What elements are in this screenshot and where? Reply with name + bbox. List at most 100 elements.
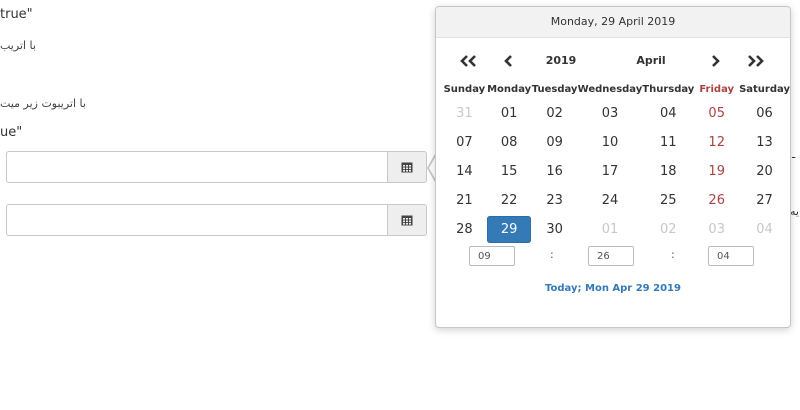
day-number: 04: [756, 222, 773, 237]
day-number: 26: [708, 193, 725, 208]
day-number: 05: [708, 106, 725, 121]
calendar-grid: Sunday Monday Tuesday Wednesday Thursday…: [442, 79, 790, 244]
double-chevron-left-icon: [460, 55, 476, 67]
day-cell[interactable]: 09: [532, 128, 578, 157]
day-number: 25: [660, 193, 677, 208]
day-number: 21: [456, 193, 473, 208]
minute-input[interactable]: [588, 246, 634, 266]
day-cell[interactable]: 11: [642, 128, 694, 157]
day-number: 02: [660, 222, 677, 237]
background-persian-text-2: با اتریبوت زیر میت: [0, 97, 86, 110]
prev-year-button[interactable]: [458, 49, 482, 73]
weekday-header-row: Sunday Monday Tuesday Wednesday Thursday…: [442, 79, 790, 99]
month-label[interactable]: April: [626, 49, 676, 73]
day-cell[interactable]: 01: [578, 215, 643, 244]
day-cell[interactable]: 17: [578, 157, 643, 186]
weekday-tuesday: Tuesday: [531, 83, 578, 95]
day-cell[interactable]: 15: [487, 157, 532, 186]
year-label[interactable]: 2019: [536, 49, 586, 73]
hour-input[interactable]: [469, 246, 515, 266]
day-cell[interactable]: 25: [642, 186, 694, 215]
double-chevron-right-icon: [748, 55, 764, 67]
day-cell[interactable]: 12: [694, 128, 739, 157]
day-cell[interactable]: 26: [694, 186, 739, 215]
date-input-2[interactable]: [6, 204, 387, 236]
day-number: 14: [456, 164, 473, 179]
day-cell[interactable]: 03: [694, 215, 739, 244]
day-number: 01: [500, 106, 518, 121]
calendar-week-row: 21 22 23 24 25 26 27: [442, 186, 790, 215]
calendar-week-row: 28 29 30 01 02 03 04: [442, 215, 790, 244]
day-number: 30: [546, 222, 563, 237]
day-number: 02: [546, 106, 563, 121]
day-number: 22: [500, 193, 518, 208]
day-number: 07: [456, 135, 473, 150]
day-cell[interactable]: 18: [642, 157, 694, 186]
day-number: 12: [708, 135, 725, 150]
day-number: 11: [660, 135, 677, 150]
day-cell[interactable]: 10: [578, 128, 643, 157]
time-separator: :: [671, 248, 675, 261]
background-edge-text: ـ: [792, 148, 796, 161]
day-cell[interactable]: 20: [739, 157, 790, 186]
next-month-button[interactable]: [706, 49, 726, 73]
background-text-true: true": [0, 7, 33, 22]
day-cell[interactable]: 01: [487, 99, 532, 128]
day-cell[interactable]: 16: [532, 157, 578, 186]
day-cell[interactable]: 28: [442, 215, 487, 244]
day-number: 27: [756, 193, 773, 208]
day-cell[interactable]: 05: [694, 99, 739, 128]
next-year-button[interactable]: [742, 49, 766, 73]
day-number: 28: [456, 222, 473, 237]
day-number: 15: [500, 164, 518, 179]
date-input-1[interactable]: [6, 151, 387, 183]
chevron-right-icon: [712, 55, 720, 67]
day-cell[interactable]: 22: [487, 186, 532, 215]
weekday-wednesday: Wednesday: [577, 83, 643, 95]
day-cell[interactable]: 23: [532, 186, 578, 215]
day-cell[interactable]: 04: [739, 215, 790, 244]
day-cell[interactable]: 24: [578, 186, 643, 215]
date-input-group-1: [6, 151, 427, 183]
weekday-sunday: Sunday: [443, 83, 486, 95]
calendar-week-row: 14 15 16 17 18 19 20: [442, 157, 790, 186]
day-cell[interactable]: 14: [442, 157, 487, 186]
day-number: 17: [601, 164, 619, 179]
day-cell[interactable]: 30: [532, 215, 578, 244]
datepicker-header: Monday, 29 April 2019: [436, 7, 790, 38]
day-number: 08: [500, 135, 518, 150]
day-cell[interactable]: 13: [739, 128, 790, 157]
day-number: 18: [660, 164, 677, 179]
time-separator: :: [550, 248, 554, 261]
day-cell[interactable]: 02: [532, 99, 578, 128]
day-cell-selected[interactable]: 29: [487, 215, 532, 244]
day-number: 24: [601, 193, 619, 208]
calendar-button-2[interactable]: [387, 204, 427, 236]
calendar-button-1[interactable]: [387, 151, 427, 183]
prev-month-button[interactable]: [498, 49, 518, 73]
day-cell[interactable]: 07: [442, 128, 487, 157]
day-cell[interactable]: 08: [487, 128, 532, 157]
day-cell[interactable]: 27: [739, 186, 790, 215]
calendar-week-row: 31 01 02 03 04 05 06: [442, 99, 790, 128]
day-number: 20: [756, 164, 773, 179]
day-number: 13: [756, 135, 773, 150]
day-cell[interactable]: 21: [442, 186, 487, 215]
day-cell[interactable]: 04: [642, 99, 694, 128]
day-number: 06: [756, 106, 773, 121]
day-cell[interactable]: 06: [739, 99, 790, 128]
date-input-group-2: [6, 204, 427, 236]
day-number: 31: [456, 106, 473, 121]
day-cell[interactable]: 03: [578, 99, 643, 128]
day-number: 03: [708, 222, 725, 237]
weekday-monday: Monday: [487, 83, 532, 95]
day-cell[interactable]: 31: [442, 99, 487, 128]
background-text-ue: ue": [0, 125, 23, 140]
second-input[interactable]: [708, 246, 754, 266]
day-number: 01: [601, 222, 619, 237]
day-cell[interactable]: 02: [642, 215, 694, 244]
day-number: 04: [660, 106, 677, 121]
today-link[interactable]: Today; Mon Apr 29 2019: [436, 283, 790, 294]
day-cell[interactable]: 19: [694, 157, 739, 186]
day-number: 16: [546, 164, 563, 179]
